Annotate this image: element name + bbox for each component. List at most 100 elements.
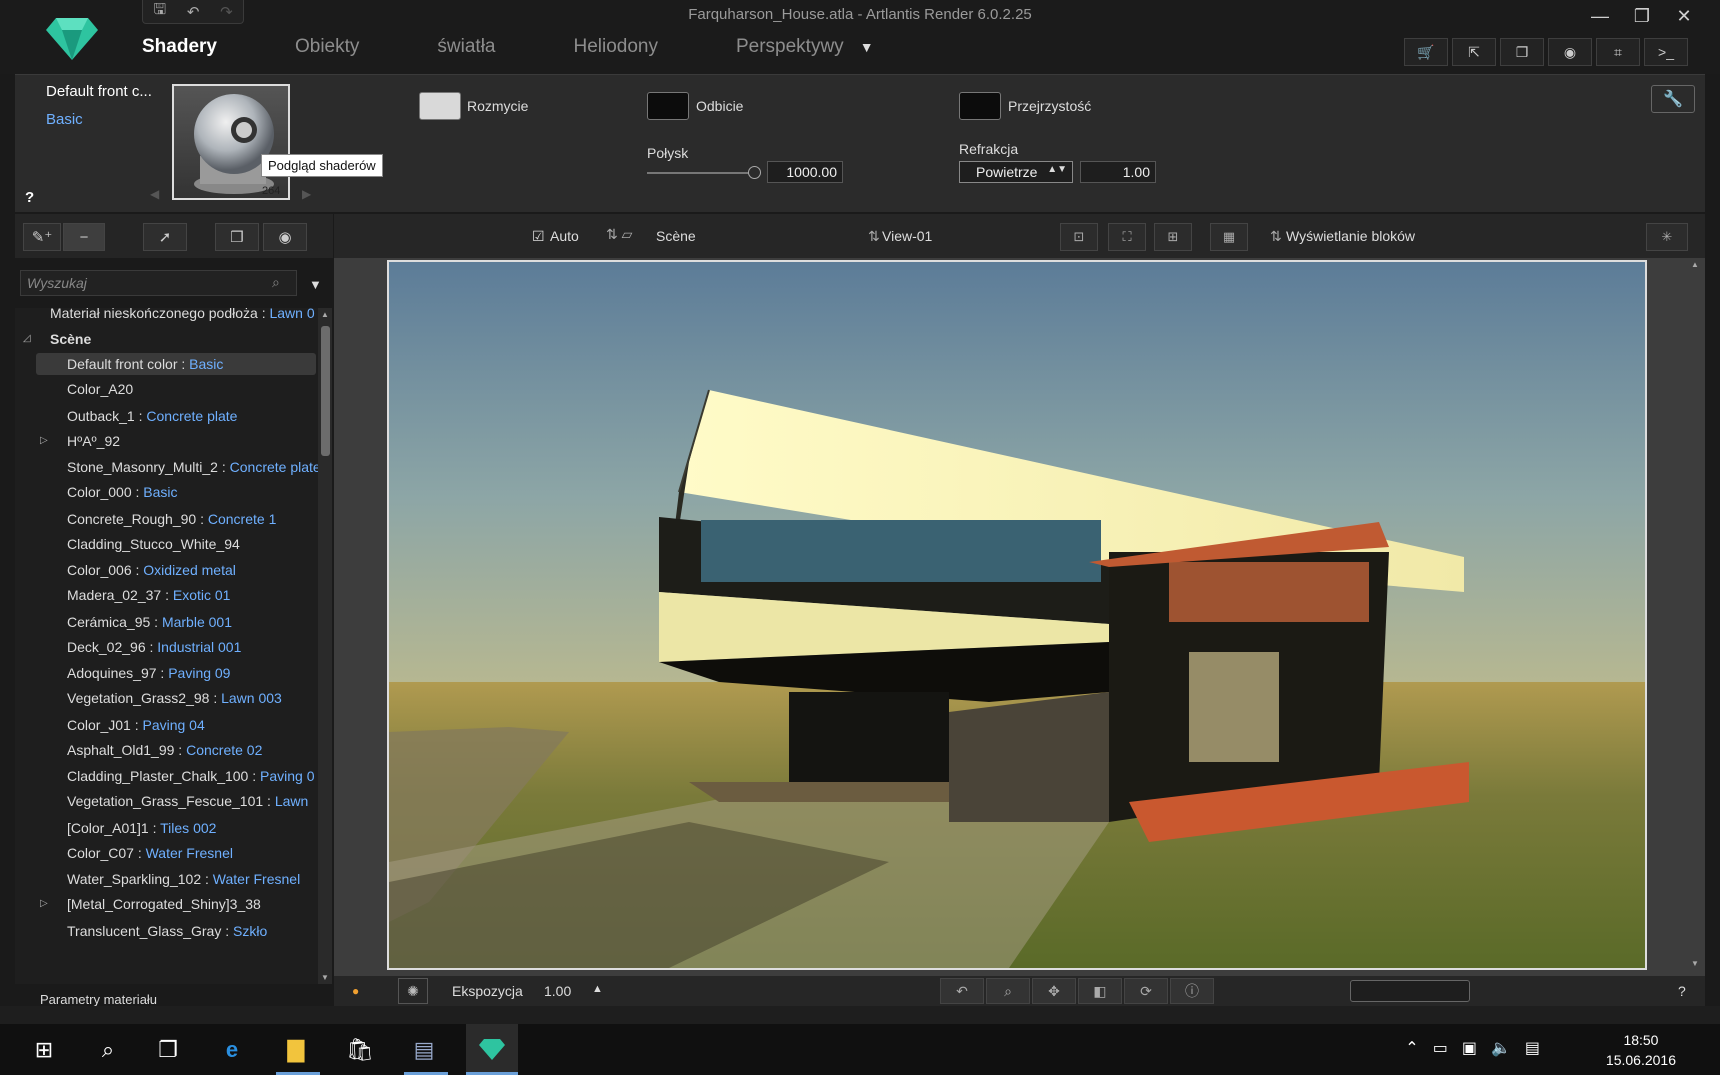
- store-icon[interactable]: 🛍: [340, 1032, 380, 1068]
- scroll-down-icon[interactable]: ▼: [321, 973, 329, 982]
- remove-shader-button[interactable]: −: [63, 223, 105, 251]
- volume-icon[interactable]: 🔈: [1491, 1038, 1511, 1058]
- tree-item[interactable]: Madera_02_37 : Exotic 01: [15, 584, 318, 606]
- gloss-slider-handle[interactable]: [748, 166, 761, 179]
- tree-item[interactable]: Color_J01 : Paving 04: [15, 714, 318, 736]
- tab-heliodons[interactable]: Heliodony: [573, 36, 658, 58]
- notifications-icon[interactable]: ▤: [1525, 1038, 1540, 1058]
- eye-icon[interactable]: ◉: [263, 223, 307, 251]
- tree-item-infinite-ground[interactable]: Materiał nieskończonego podłoża : Lawn 0: [15, 308, 318, 324]
- material-type-link[interactable]: Paving 0: [260, 768, 314, 784]
- material-type-link[interactable]: Basic: [143, 484, 177, 500]
- app-window-icon[interactable]: ▤: [404, 1032, 444, 1068]
- scene-toggle-icon[interactable]: ⇅ ▱: [606, 226, 632, 243]
- search-input[interactable]: Wyszukaj: [20, 270, 297, 296]
- shader-type-link[interactable]: Basic: [46, 111, 83, 128]
- battery-icon[interactable]: ▭: [1433, 1038, 1448, 1058]
- tree-item[interactable]: Asphalt_Old1_99 : Concrete 02: [15, 739, 318, 761]
- tree-item[interactable]: Cladding_Plaster_Chalk_100 : Paving 0: [15, 765, 318, 787]
- task-view-icon[interactable]: ❐: [148, 1032, 188, 1068]
- material-type-link[interactable]: Lawn: [275, 793, 308, 809]
- auto-checkbox[interactable]: ☑: [532, 228, 545, 245]
- clip-icon[interactable]: ◧: [1078, 978, 1122, 1004]
- perspectives-dropdown-icon[interactable]: ▼: [860, 39, 874, 55]
- search-taskbar-icon[interactable]: ⌕: [88, 1032, 128, 1068]
- tree-item[interactable]: Adoquines_97 : Paving 09: [15, 662, 318, 684]
- render-preview[interactable]: [387, 260, 1647, 970]
- viewport-help-button[interactable]: ?: [1678, 983, 1686, 999]
- scene-label[interactable]: Scène: [656, 228, 696, 244]
- pan-icon[interactable]: ✥: [1032, 978, 1076, 1004]
- cart-icon[interactable]: 🛒: [1404, 38, 1448, 66]
- restore-button[interactable]: ❐: [1624, 2, 1660, 30]
- close-button[interactable]: ✕: [1666, 2, 1702, 30]
- tree-item[interactable]: Cladding_Stucco_White_94: [15, 533, 318, 555]
- viewport-scroll-up-icon[interactable]: ▲: [1691, 260, 1699, 269]
- search-icon[interactable]: ⌕: [272, 274, 280, 291]
- reflection-color-swatch[interactable]: [647, 92, 689, 120]
- tree-item[interactable]: Vegetation_Grass2_98 : Lawn 003: [15, 687, 318, 709]
- tree-item[interactable]: Stone_Masonry_Multi_2 : Concrete plate: [15, 456, 318, 478]
- crop-icon[interactable]: ⌗: [1596, 38, 1640, 66]
- file-explorer-icon[interactable]: ▇: [276, 1032, 316, 1068]
- tree-item[interactable]: Default front color : Basic: [36, 353, 316, 375]
- tree-item[interactable]: Water_Sparkling_102 : Water Fresnel: [15, 868, 318, 890]
- material-type-link[interactable]: Tiles 002: [160, 820, 216, 836]
- gloss-slider[interactable]: [647, 172, 754, 174]
- viewport-scroll-down-icon[interactable]: ▼: [1691, 959, 1699, 968]
- tree-item[interactable]: Translucent_Glass_Gray : Szkło: [15, 920, 318, 942]
- material-type-link[interactable]: Water Fresnel: [146, 845, 233, 861]
- material-type-link[interactable]: Lawn 003: [221, 690, 282, 706]
- display-blocks-select[interactable]: Wyświetlanie bloków: [1286, 228, 1415, 244]
- tree-item[interactable]: Color_C07 : Water Fresnel: [15, 842, 318, 864]
- tree-item[interactable]: [Color_A01]1 : Tiles 002: [15, 817, 318, 839]
- expand-triangle-icon[interactable]: ▷: [40, 893, 48, 915]
- tree-scrollbar[interactable]: ▲ ▼: [318, 308, 332, 984]
- refraction-medium-select[interactable]: Powietrze ▲▼: [959, 161, 1073, 183]
- tree-scroll-thumb[interactable]: [321, 326, 330, 456]
- tree-item[interactable]: Color_A20: [15, 378, 318, 400]
- shader-preview[interactable]: 264: [172, 84, 290, 200]
- refresh-icon[interactable]: ⟳: [1124, 978, 1168, 1004]
- viewport-scrollbar[interactable]: ▲ ▼: [1688, 258, 1702, 970]
- fit-view-icon[interactable]: ⛶: [1108, 223, 1146, 251]
- material-type-link[interactable]: Exotic 01: [173, 587, 231, 603]
- edge-icon[interactable]: e: [212, 1032, 252, 1068]
- gloss-value-field[interactable]: 1000.00: [767, 161, 843, 183]
- tab-objects[interactable]: Obiekty: [295, 36, 359, 58]
- tree-item[interactable]: Concrete_Rough_90 : Concrete 1: [15, 508, 318, 530]
- exposure-up-icon[interactable]: ▲: [592, 983, 603, 995]
- view-select-arrows-icon[interactable]: ⇅: [868, 228, 880, 245]
- tree-item[interactable]: Vegetation_Grass_Fescue_101 : Lawn: [15, 790, 318, 812]
- taskbar-clock[interactable]: 18:50 15.06.2016: [1606, 1030, 1676, 1070]
- prev-preview-icon[interactable]: ◀: [150, 187, 159, 201]
- minimize-button[interactable]: —: [1582, 2, 1618, 30]
- tab-shaders[interactable]: Shadery: [142, 36, 217, 58]
- camera-icon[interactable]: ◉: [1548, 38, 1592, 66]
- zoom-icon[interactable]: ⌕: [986, 978, 1030, 1004]
- network-icon[interactable]: ▣: [1462, 1038, 1477, 1058]
- tab-perspectives[interactable]: Perspektywy: [736, 36, 844, 58]
- tree-item[interactable]: Outback_1 : Concrete plate: [15, 405, 318, 427]
- material-type-link[interactable]: Basic: [189, 356, 223, 372]
- zoom-region-icon[interactable]: ⊡: [1060, 223, 1098, 251]
- undo-view-icon[interactable]: ↶: [940, 978, 984, 1004]
- tree-group-scene[interactable]: ◿ Scène: [15, 328, 318, 350]
- tree-item[interactable]: Color_006 : Oxidized metal: [15, 559, 318, 581]
- chevron-up-icon[interactable]: ⌃: [1405, 1038, 1418, 1058]
- transparency-color-swatch[interactable]: [959, 92, 1001, 120]
- tree-item[interactable]: ▷ HºAº_92: [15, 430, 318, 452]
- wrench-settings-icon[interactable]: 🔧: [1651, 85, 1695, 113]
- material-type-link[interactable]: Marble 001: [162, 614, 232, 630]
- material-type-link[interactable]: Concrete plate: [146, 408, 237, 424]
- light-effects-icon[interactable]: ✳: [1646, 223, 1688, 251]
- view-select[interactable]: View-01: [882, 228, 932, 244]
- filter-dropdown-icon[interactable]: ▼: [309, 277, 322, 292]
- windows-start-icon[interactable]: ⊞: [24, 1032, 64, 1068]
- pointer-icon[interactable]: ➚: [143, 223, 187, 251]
- export-icon[interactable]: ⇱: [1452, 38, 1496, 66]
- scroll-up-icon[interactable]: ▲: [321, 310, 329, 319]
- material-type-link[interactable]: Paving 04: [142, 717, 204, 733]
- aperture-icon[interactable]: ✺: [398, 978, 428, 1004]
- add-shader-icon[interactable]: ✎⁺: [23, 223, 61, 251]
